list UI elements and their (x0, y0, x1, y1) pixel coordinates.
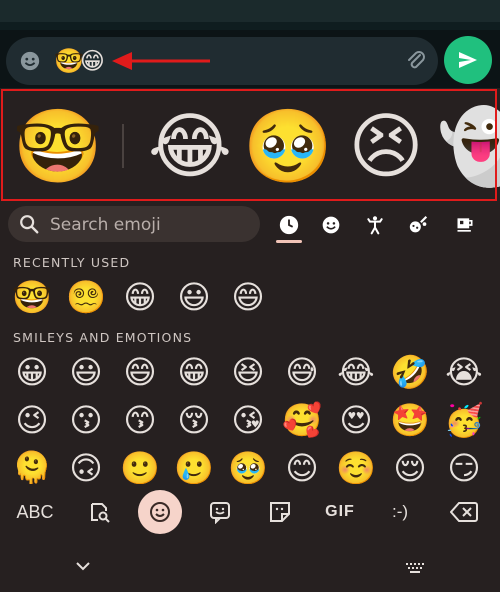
gif-button[interactable]: GIF (318, 484, 362, 540)
emoji-key[interactable]: 😆 (222, 348, 274, 396)
suggestion-emoji[interactable]: 😂 (142, 104, 238, 188)
emoji-key[interactable]: 😁 (114, 273, 166, 321)
chat-wallpaper-strip (0, 0, 500, 30)
suggestion-emoji[interactable]: 😣 (338, 104, 434, 188)
send-button[interactable] (444, 36, 492, 84)
emoji-key[interactable]: 😅 (276, 348, 328, 396)
emoji-kitchen-button[interactable] (78, 484, 122, 540)
emoji-key[interactable]: 🤩 (384, 396, 436, 444)
gif-label: GIF (325, 503, 355, 520)
emoji-face-icon (150, 502, 170, 522)
sticker-peel-icon (270, 502, 290, 522)
emoji-key[interactable]: 😘 (222, 396, 274, 444)
sticker-icon (210, 502, 230, 524)
smiley-icon[interactable] (318, 212, 344, 238)
emoji-suggestions-strip: 🤓 😂 🥹 😣 👻 (0, 88, 500, 202)
suggestion-divider (122, 124, 124, 168)
emoji-key[interactable]: 😙 (114, 396, 166, 444)
emoji-key[interactable]: 😭 (438, 348, 490, 396)
abc-button[interactable]: ABC (6, 484, 64, 540)
message-input-field[interactable]: 🤓😁 (6, 37, 438, 85)
emoji-key[interactable]: 😚 (168, 396, 220, 444)
suggestion-emoji[interactable]: 👻 (434, 104, 500, 188)
emoji-key[interactable]: 🙂 (114, 444, 166, 484)
emoji-key[interactable]: 😀 (6, 348, 58, 396)
emoji-key[interactable]: 😄 (114, 348, 166, 396)
emoji-key[interactable]: 😌 (384, 444, 436, 484)
emoji-key[interactable]: 😃 (60, 348, 112, 396)
sticker-search-icon (91, 503, 110, 523)
bitmoji-button[interactable] (258, 484, 302, 540)
emoji-key[interactable]: ☺️ (330, 444, 382, 484)
coffee-icon[interactable] (452, 212, 478, 238)
emoji-search-box[interactable] (8, 206, 260, 242)
search-icon (20, 215, 39, 234)
emoji-category-tabs (268, 206, 500, 242)
backspace-icon (450, 502, 478, 522)
clock-icon[interactable] (276, 212, 302, 238)
chevron-down-icon[interactable] (74, 558, 92, 577)
backspace-button[interactable] (440, 484, 488, 540)
emoticon-button[interactable]: :-) (376, 484, 424, 540)
emoji-key[interactable]: 🤣 (384, 348, 436, 396)
emoji-key[interactable]: 🙃 (60, 444, 112, 484)
annotation-arrow (112, 52, 210, 70)
emoji-key[interactable]: 🥳 (438, 396, 490, 444)
keyboard-switch-icon[interactable] (406, 560, 426, 579)
send-icon (459, 52, 477, 68)
emoji-key[interactable]: 😵‍💫 (60, 273, 112, 321)
active-category-indicator (276, 240, 302, 243)
person-icon[interactable] (362, 212, 388, 238)
emoji-key[interactable]: 😁 (168, 348, 220, 396)
emoji-key[interactable]: 😍 (330, 396, 382, 444)
search-input[interactable] (48, 211, 252, 239)
emoji-key[interactable]: 😊 (276, 444, 328, 484)
emoji-key[interactable]: 😃 (168, 273, 220, 321)
emoji-key[interactable]: 😉 (6, 396, 58, 444)
sticker-button[interactable] (198, 484, 242, 540)
attach-icon[interactable] (404, 49, 428, 73)
emoji-key[interactable]: 🫠 (6, 444, 58, 484)
emoji-key[interactable]: 🥲 (168, 444, 220, 484)
emoji-key[interactable]: 😗 (60, 396, 112, 444)
emoji-toggle-icon[interactable] (18, 49, 42, 73)
emoticon-label: :-) (391, 502, 409, 521)
abc-label: ABC (16, 501, 54, 522)
smileys-emotions-label: SMILEYS AND EMOTIONS (13, 330, 193, 345)
emoji-key[interactable]: 🥹 (222, 444, 274, 484)
message-text: 🤓😁 (54, 47, 105, 75)
emoji-tab-button[interactable] (138, 484, 182, 540)
activities-icon[interactable] (406, 212, 432, 238)
recently-used-label: RECENTLY USED (13, 255, 131, 270)
emoji-key[interactable]: 🤓 (6, 273, 58, 321)
keyboard-toolbar (0, 484, 500, 540)
emoji-key[interactable]: 😄 (222, 273, 274, 321)
emoji-key[interactable]: 😏 (438, 444, 490, 484)
suggestion-emoji[interactable]: 🤓 (10, 104, 106, 188)
emoji-key[interactable]: 🥰 (276, 396, 328, 444)
suggestion-emoji[interactable]: 🥹 (240, 104, 336, 188)
emoji-key[interactable]: 😂 (330, 348, 382, 396)
